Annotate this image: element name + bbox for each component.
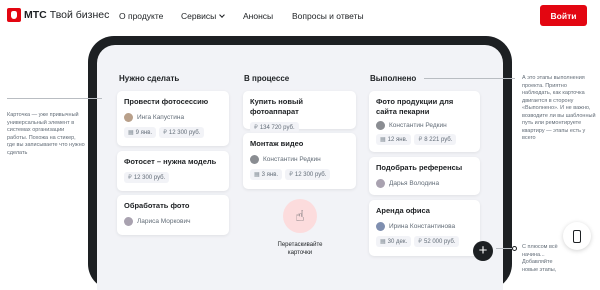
annotation-stages: А это этапы выполнения проекта. Приятно … — [522, 75, 596, 141]
task-card[interactable]: Монтаж видео Константин Редкин ▦ 3 янв. ₽… — [243, 133, 356, 189]
card-title: Аренда офиса — [376, 206, 430, 215]
logo-brand: МТС — [24, 9, 47, 21]
annotation-plus: С плюсом всё начина... Добавляйте новые … — [522, 244, 558, 273]
assignee-name: Инга Капустина — [137, 114, 185, 121]
card-assignee: Лариса Моркович — [124, 217, 222, 226]
avatar — [376, 222, 385, 231]
tag-text: 12 300 руб. — [294, 171, 327, 178]
tag-text: 9 янв. — [135, 129, 153, 136]
tag-text: 30 дек. — [387, 238, 408, 245]
assignee-name: Ирина Константинова — [389, 223, 456, 230]
calendar-icon: ▦ — [380, 239, 386, 245]
price-tag: ₽12 300 руб. — [159, 127, 205, 138]
column-title-todo: Нужно сделать — [119, 74, 180, 83]
task-card[interactable]: Аренда офиса Ирина Константинова ▦ 30 дек… — [369, 200, 480, 256]
task-card[interactable]: Купить новый фотоаппарат ₽134 720 руб. — [243, 91, 356, 133]
assignee-name: Константин Редкин — [263, 156, 321, 163]
drag-hint-text: Перетаскивайте карточки — [277, 242, 323, 256]
ruble-icon: ₽ — [418, 239, 422, 245]
callout-line — [424, 78, 515, 79]
call-button[interactable] — [563, 222, 591, 250]
drag-hint-circle: ☝ — [283, 199, 317, 233]
tag-text: 52 000 руб. — [423, 238, 456, 245]
assignee-name: Лариса Моркович — [137, 218, 191, 225]
avatar — [250, 155, 259, 164]
card-assignee: Константин Редкин — [250, 155, 349, 164]
phone-icon — [573, 229, 581, 243]
tag-text: 12 300 руб. — [168, 129, 201, 136]
ruble-icon: ₽ — [418, 137, 423, 143]
logo-product: Твой бизнес — [49, 9, 110, 21]
card-assignee: Константин Редкин — [376, 121, 473, 130]
tag-text: 134 720 руб. — [259, 124, 295, 131]
nav-item-services[interactable]: Сервисы — [181, 11, 226, 21]
card-assignee: Дарья Володина — [376, 179, 473, 188]
card-tags: ▦ 9 янв. ₽12 300 руб. — [124, 127, 222, 138]
avatar — [124, 217, 133, 226]
price-tag: ₽52 000 руб. — [414, 236, 460, 247]
card-title: Монтаж видео — [250, 139, 304, 148]
callout-dot — [512, 246, 517, 251]
avatar — [124, 113, 133, 122]
card-assignee: Ирина Константинова — [376, 222, 473, 231]
price-tag: ₽12 300 руб. — [124, 172, 170, 183]
tag-text: 12 300 руб. — [133, 174, 166, 181]
ruble-icon: ₽ — [289, 172, 293, 178]
annotation-card: Карточка — уже привычный универсальный э… — [7, 112, 85, 156]
date-tag: ▦ 12 янв. — [376, 134, 412, 145]
card-tags: ₽12 300 руб. — [124, 172, 222, 183]
card-tags: ₽134 720 руб. — [250, 122, 349, 133]
price-tag: ₽134 720 руб. — [250, 122, 299, 133]
nav-item-about[interactable]: О продукте — [119, 11, 163, 21]
logo[interactable]: МТС Твой бизнес — [7, 8, 109, 22]
card-tags: ▦ 30 дек. ₽52 000 руб. — [376, 236, 473, 247]
callout-line — [7, 98, 102, 99]
card-tags: ▦ 12 янв. ₽8 221 руб. — [376, 134, 473, 145]
nav-item-faq[interactable]: Вопросы и ответы — [292, 11, 364, 21]
price-tag: ₽12 300 руб. — [285, 169, 331, 180]
nav-item-services-label: Сервисы — [181, 11, 217, 21]
task-card[interactable]: Обработать фото Лариса Моркович — [117, 195, 229, 235]
card-assignee: Инга Капустина — [124, 113, 222, 122]
date-tag: ▦ 30 дек. — [376, 236, 412, 247]
ruble-icon: ₽ — [163, 130, 167, 136]
tag-text: 3 янв. — [261, 171, 279, 178]
avatar — [376, 121, 385, 130]
card-title: Подобрать референсы — [376, 163, 463, 172]
card-title: Обработать фото — [124, 201, 190, 210]
tag-text: 8 221 руб. — [424, 136, 453, 143]
column-title-in-progress: В процессе — [244, 74, 290, 83]
task-card[interactable]: Фото продукции для сайта пекарни Констан… — [369, 91, 480, 152]
assignee-name: Константин Редкин — [389, 122, 447, 129]
kanban-board: Нужно сделать Провести фотосессию Инга К… — [97, 45, 503, 290]
mts-logo-icon — [7, 8, 21, 22]
card-title: Провести фотосессию — [124, 97, 209, 106]
card-title: Фото продукции для сайта пекарни — [376, 97, 454, 116]
card-tags: ▦ 3 янв. ₽12 300 руб. — [250, 169, 349, 180]
card-title: Купить новый фотоаппарат — [250, 97, 303, 116]
site-header: МТС Твой бизнес О продукте Сервисы Анонс… — [0, 0, 600, 32]
tag-text: 12 янв. — [387, 136, 408, 143]
assignee-name: Дарья Володина — [389, 180, 440, 187]
chevron-down-icon — [219, 12, 226, 18]
ruble-icon: ₽ — [128, 175, 132, 181]
avatar — [376, 179, 385, 188]
ruble-icon: ₽ — [254, 125, 258, 131]
calendar-icon: ▦ — [254, 172, 260, 178]
task-card[interactable]: Фотосет – нужна модель ₽12 300 руб. — [117, 151, 229, 191]
nav-item-announcements[interactable]: Анонсы — [243, 11, 273, 21]
calendar-icon: ▦ — [128, 130, 134, 136]
column-title-done: Выполнено — [370, 74, 417, 83]
card-title: Фотосет – нужна модель — [124, 157, 217, 166]
date-tag: ▦ 9 янв. — [124, 127, 157, 138]
hand-pointer-icon: ☝ — [295, 208, 305, 225]
date-tag: ▦ 3 янв. — [250, 169, 283, 180]
login-button[interactable]: Войти — [540, 5, 587, 26]
price-tag: ₽8 221 руб. — [414, 134, 457, 145]
task-card[interactable]: Подобрать референсы Дарья Володина — [369, 157, 480, 195]
task-card[interactable]: Провести фотосессию Инга Капустина ▦ 9 ян… — [117, 91, 229, 146]
add-button[interactable]: + — [473, 241, 493, 261]
calendar-icon: ▦ — [380, 137, 386, 143]
